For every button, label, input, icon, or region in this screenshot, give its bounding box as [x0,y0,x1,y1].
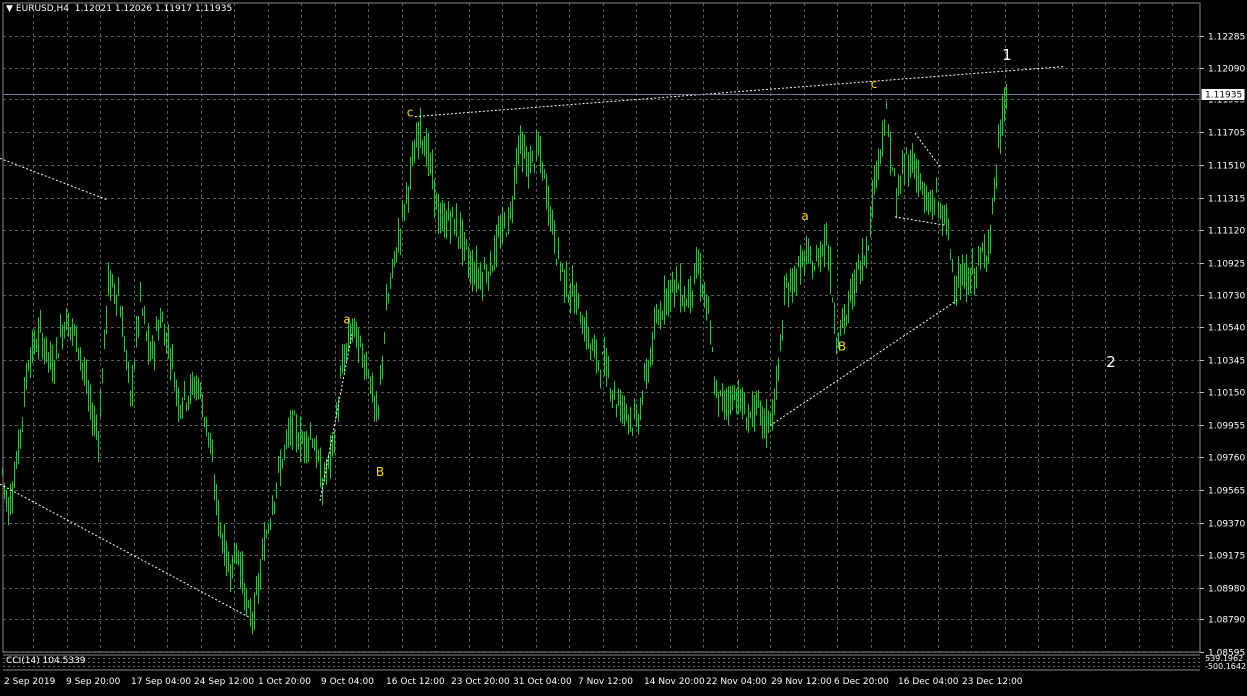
y-tick-label: 1.09370 [1208,520,1245,530]
y-tick-label: 1.09175 [1208,552,1245,562]
y-tick-label: 1.09760 [1208,454,1245,464]
y-tick-label: 1.10925 [1208,260,1245,270]
x-tick-label: 29 Nov 12:00 [771,677,832,687]
y-tick-label: 1.11315 [1208,195,1245,205]
wave-label: 1 [1002,46,1012,64]
y-tick-label: 1.12285 [1208,33,1245,43]
x-tick-label: 24 Sep 12:00 [194,677,254,687]
wave-label: c [407,106,414,120]
x-tick-label: 16 Dec 04:00 [898,677,959,687]
x-tick-label: 14 Nov 20:00 [644,677,705,687]
trend-line [414,65,1066,118]
x-tick-label: 23 Dec 12:00 [962,677,1023,687]
x-tick-label: 22 Nov 04:00 [706,677,767,687]
symbol-timeframe-label: EURUSD,H4 [15,4,70,14]
price-chart[interactable]: 1.122851.120901.119051.117051.115101.113… [0,0,1247,692]
y-tick-label: 1.11120 [1208,227,1245,237]
x-tick-label: 23 Oct 20:00 [451,677,510,687]
chart-canvas[interactable]: 1.122851.120901.119051.117051.115101.113… [0,0,1247,692]
cci-axis-label: -500.1642 [1205,662,1246,671]
wave-label: 2 [1106,353,1116,371]
candles [2,83,1007,635]
trend-line [894,216,946,226]
y-tick-label: 1.10540 [1208,324,1245,334]
cci-indicator-label: CCI(14) 104.5339 [6,656,86,666]
wave-label: c [871,77,878,91]
x-tick-label: 6 Dec 20:00 [834,677,889,687]
trend-line [0,157,109,201]
y-tick-label: 1.10345 [1208,357,1245,367]
y-tick-label: 1.09565 [1208,487,1245,497]
ohlc-values: 1.12021 1.12026 1.11917 1.11935 [74,4,233,14]
y-tick-label: 1.08980 [1208,585,1245,595]
x-tick-label: 2 Sep 2019 [4,677,56,687]
trend-line [769,299,958,427]
x-tick-label: 1 Oct 20:00 [258,677,311,687]
y-tick-label: 1.10150 [1208,389,1245,399]
x-tick-label: 17 Sep 04:00 [131,677,191,687]
plot-frame [2,2,1201,653]
wave-label: a [801,209,808,223]
y-tick-label: 1.12090 [1208,65,1245,75]
current-price-label: 1.11935 [1205,91,1242,101]
y-tick-label: 1.08790 [1208,616,1245,626]
wave-label: B [838,339,846,353]
wave-label: a [343,313,350,327]
x-tick-label: 7 Nov 12:00 [578,677,633,687]
x-tick-label: 31 Oct 04:00 [513,677,572,687]
y-tick-label: 1.11705 [1208,129,1245,139]
y-tick-label: 1.09955 [1208,422,1245,432]
y-tick-label: 1.11510 [1208,162,1245,172]
y-tick-label: 1.10730 [1208,292,1245,302]
x-tick-label: 9 Oct 04:00 [321,677,374,687]
chart-menu-icon[interactable]: ▼ [6,4,13,14]
x-tick-label: 9 Sep 20:00 [66,677,121,687]
trend-line [0,483,251,619]
symbol-header: ▼ EURUSD,H4 1.12021 1.12026 1.11917 1.119… [6,4,232,14]
x-tick-label: 16 Oct 12:00 [386,677,445,687]
wave-label: B [376,465,384,479]
